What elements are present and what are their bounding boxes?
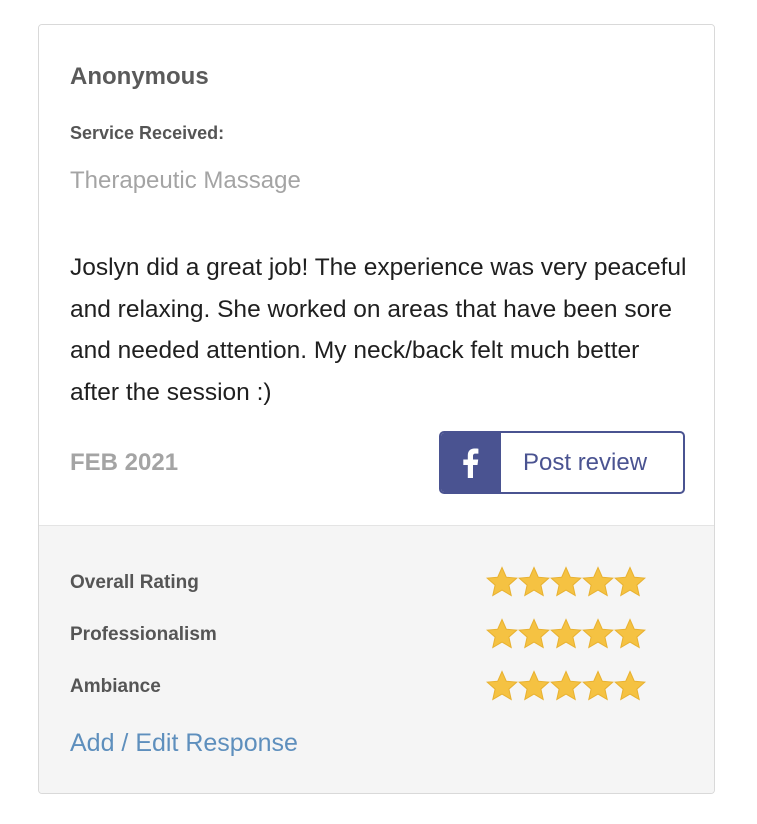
star-icon: [486, 618, 518, 649]
star-icon: [550, 670, 582, 701]
star-icon: [614, 670, 646, 701]
star-icon: [550, 618, 582, 649]
facebook-icon-box: [441, 433, 501, 492]
star-rating: [486, 564, 646, 600]
rating-label: Professionalism: [70, 624, 217, 645]
star-rating: [486, 616, 646, 652]
star-icon: [518, 566, 550, 597]
ratings-section: Overall Rating Professionalism Ambiance …: [39, 525, 714, 793]
star-icon: [614, 618, 646, 649]
star-icon: [518, 670, 550, 701]
rating-row-professionalism: Professionalism: [70, 616, 690, 656]
rating-row-ambiance: Ambiance: [70, 668, 690, 708]
star-icon: [614, 566, 646, 597]
star-icon: [486, 670, 518, 701]
service-received-value: Therapeutic Massage: [70, 167, 301, 194]
review-date: FEB 2021: [70, 449, 179, 476]
post-review-label: Post review: [523, 449, 648, 476]
rating-label: Overall Rating: [70, 572, 199, 593]
star-icon: [518, 618, 550, 649]
service-received-label: Service Received:: [70, 123, 225, 143]
review-card: Anonymous Service Received: Therapeutic …: [38, 24, 715, 794]
star-icon: [550, 566, 582, 597]
star-rating: [486, 668, 646, 704]
review-text: Joslyn did a great job! The experience w…: [70, 254, 687, 406]
star-icon: [582, 618, 614, 649]
star-icon: [486, 566, 518, 597]
rating-row-overall: Overall Rating: [70, 564, 690, 604]
reviewer-name: Anonymous: [70, 63, 209, 90]
add-edit-response-link[interactable]: Add / Edit Response: [70, 729, 298, 758]
star-icon: [582, 566, 614, 597]
review-body: Anonymous Service Received: Therapeutic …: [39, 25, 714, 525]
rating-label: Ambiance: [70, 676, 161, 697]
star-icon: [582, 670, 614, 701]
facebook-post-review-button[interactable]: Post review: [439, 431, 685, 494]
facebook-icon: [463, 448, 479, 478]
